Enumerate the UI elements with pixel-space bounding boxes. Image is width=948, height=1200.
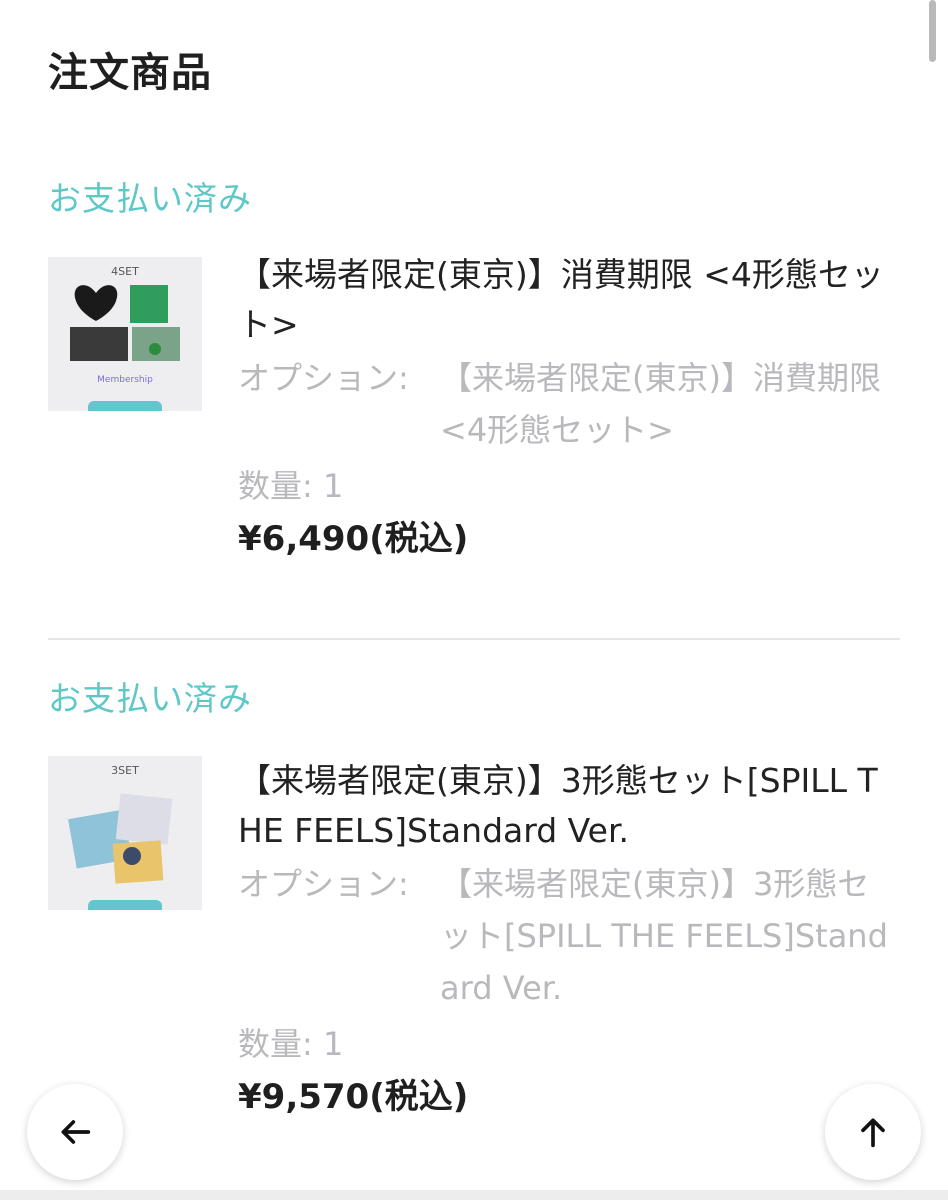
option-row: オプション: 【来場者限定(東京)】3形態セット[SPILL THE FEELS…: [238, 858, 900, 1014]
product-image: [68, 793, 173, 884]
option-label: オプション:: [238, 359, 409, 397]
option-row: オプション: 【来場者限定(東京)】消費期限 <4形態セット>: [238, 352, 900, 456]
divider: [48, 638, 900, 640]
arrow-left-icon: [61, 1120, 91, 1144]
quantity: 数量: 1: [238, 467, 344, 505]
scroll-to-top-button[interactable]: [825, 1084, 921, 1180]
product-details: 【来場者限定(東京)】消費期限 <4形態セット> オプション: 【来場者限定(東…: [238, 250, 900, 564]
price: ¥6,490(税込): [238, 519, 469, 559]
order-item: お支払い済み 3SET 【来場者限定(東京)】3形態セット[SPILL THE …: [48, 672, 900, 1152]
product-details: 【来場者限定(東京)】3形態セット[SPILL THE FEELS]Standa…: [238, 756, 900, 1122]
payment-status: お支払い済み: [48, 679, 252, 718]
thumbnail-band: [88, 401, 162, 411]
quantity: 数量: 1: [238, 1025, 344, 1063]
order-item: お支払い済み 4SET Membership 【来場者限定(東京)】消費期限 <…: [48, 172, 900, 612]
product-thumbnail[interactable]: 4SET Membership: [48, 257, 202, 411]
membership-label: Membership: [97, 375, 153, 385]
page-title: 注文商品: [48, 50, 212, 96]
product-name[interactable]: 【来場者限定(東京)】消費期限 <4形態セット>: [238, 250, 900, 350]
scrollbar-thumb[interactable]: [929, 0, 936, 62]
option-label: オプション:: [238, 865, 409, 903]
arrow-up-icon: [861, 1118, 885, 1148]
product-thumbnail[interactable]: 3SET: [48, 756, 202, 910]
option-value: 【来場者限定(東京)】消費期限 <4形態セット>: [440, 359, 881, 449]
product-name[interactable]: 【来場者限定(東京)】3形態セット[SPILL THE FEELS]Standa…: [238, 756, 900, 856]
thumbnail-band: [88, 900, 162, 910]
bottom-bar: [0, 1190, 948, 1200]
payment-status: お支払い済み: [48, 179, 252, 218]
product-image: [70, 285, 180, 361]
option-value: 【来場者限定(東京)】3形態セット[SPILL THE FEELS]Standa…: [440, 865, 888, 1007]
price: ¥9,570(税込): [238, 1077, 469, 1117]
back-button[interactable]: [27, 1084, 123, 1180]
